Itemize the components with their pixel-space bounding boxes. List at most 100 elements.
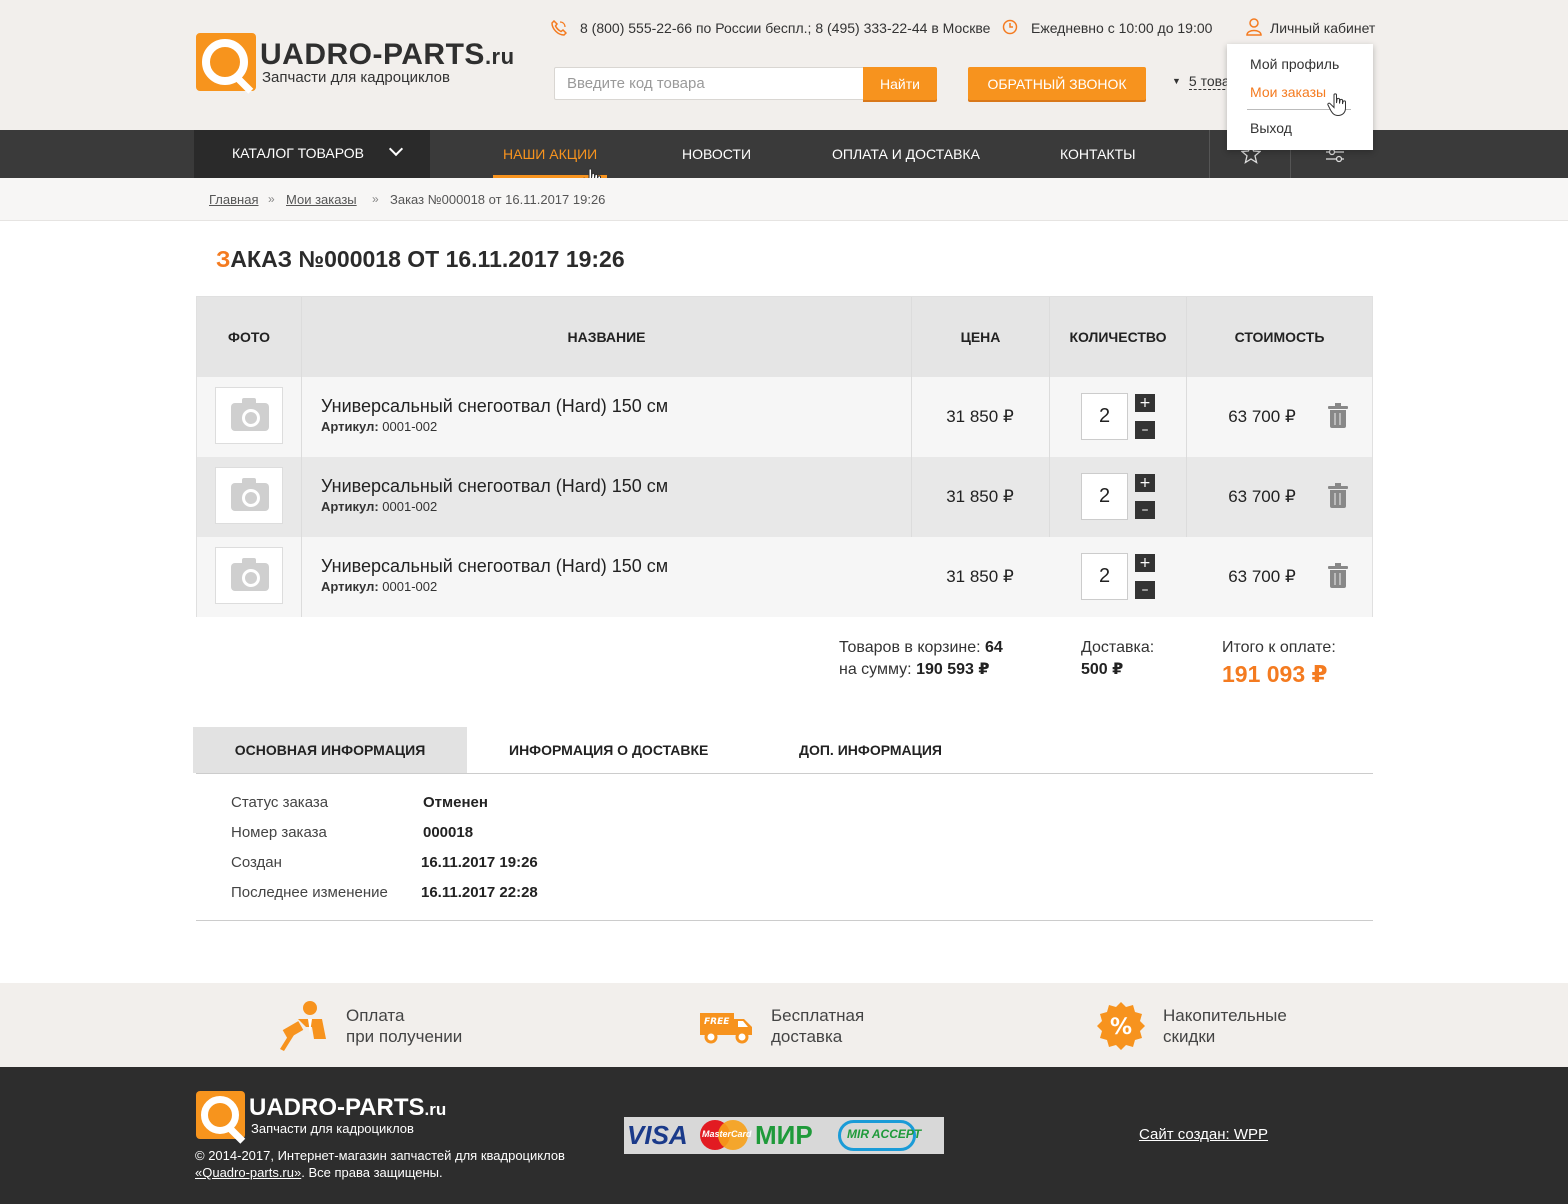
product-name[interactable]: Универсальный снегоотвал (Hard) 150 см: [321, 396, 668, 417]
working-hours: Ежедневно с 10:00 до 19:00: [1031, 20, 1213, 36]
callback-button[interactable]: ОБРАТНЫЙ ЗВОНОК: [968, 67, 1146, 100]
trash-icon[interactable]: [1328, 483, 1348, 508]
product-photo[interactable]: [215, 387, 283, 444]
quantity-increase-button[interactable]: +: [1135, 394, 1155, 412]
mastercard-logo: MasterCard: [700, 1118, 752, 1152]
logo-title[interactable]: UADRO-PARTS.ru: [260, 38, 515, 72]
feature-badge-free: FREE: [704, 1017, 730, 1027]
quantity-input[interactable]: 2: [1081, 553, 1128, 600]
tabs-divider: [196, 773, 1373, 774]
column-header-cost: СТОИМОСТЬ: [1234, 329, 1325, 345]
delivery-label: Доставка:: [1081, 639, 1155, 656]
cart-link[interactable]: 5 това: [1188, 73, 1230, 90]
total-label: Итого к оплате:: [1222, 639, 1336, 656]
product-cost: 63 700 ₽: [1228, 487, 1296, 506]
breadcrumb-home[interactable]: Главная: [209, 192, 258, 207]
menu-item-orders[interactable]: Мои заказы: [1250, 84, 1326, 100]
payment-icon: [280, 1001, 326, 1051]
order-items-table: ФОТО НАЗВАНИЕ ЦЕНА КОЛИЧЕСТВО СТОИМОСТЬ …: [196, 296, 1373, 617]
mir-accept-logo: MIR ACCEPT: [838, 1120, 921, 1151]
chevron-down-icon: [388, 141, 404, 157]
menu-item-profile[interactable]: Мой профиль: [1250, 56, 1339, 72]
items-count-line: Товаров в корзине: 64: [839, 639, 1003, 656]
free-delivery-truck-icon: FREE: [700, 1013, 752, 1044]
feature-discount-text: Накопительные скидки: [1163, 1006, 1287, 1046]
product-price: 31 850 ₽: [946, 487, 1014, 506]
total-value: 191 093 ₽: [1222, 661, 1328, 687]
nav-promotions[interactable]: НАШИ АКЦИИ: [503, 146, 597, 162]
nav-news[interactable]: НОВОСТИ: [682, 146, 751, 162]
info-value-created: 16.11.2017 19:26: [421, 854, 538, 871]
quantity-decrease-button[interactable]: –: [1135, 581, 1155, 599]
product-price: 31 850 ₽: [946, 407, 1014, 426]
quantity-decrease-button[interactable]: –: [1135, 501, 1155, 519]
footer-logo-subtitle: Запчасти для кадроциклов: [251, 1121, 414, 1136]
logo-subtitle: Запчасти для кадроциклов: [262, 69, 450, 86]
nav-payment-delivery[interactable]: ОПЛАТА И ДОСТАВКА: [832, 146, 980, 162]
phones-line: 8 (800) 555-22-66 по России беспл.; 8 (4…: [580, 20, 990, 36]
info-divider: [196, 920, 1373, 921]
footer-logo-title[interactable]: UADRO-PARTS.ru: [249, 1094, 446, 1122]
info-label-status: Статус заказа: [231, 794, 329, 811]
features-strip: Оплата при получении FREE Бесплатная доста…: [0, 983, 1568, 1067]
column-divider: [911, 297, 912, 537]
footer-logo-icon[interactable]: [196, 1091, 245, 1139]
quantity-input[interactable]: 2: [1081, 473, 1128, 520]
account-link[interactable]: Личный кабинет: [1270, 20, 1375, 36]
camera-icon: [231, 478, 269, 511]
tab-main-info[interactable]: ОСНОВНАЯ ИНФОРМАЦИЯ: [193, 727, 467, 773]
trash-icon[interactable]: [1328, 403, 1348, 428]
info-label-number: Номер заказа: [231, 824, 327, 841]
tab-delivery-info[interactable]: ИНФОРМАЦИЯ О ДОСТАВКЕ: [509, 727, 708, 773]
phone-icon: [551, 20, 567, 36]
info-label-created: Создан: [231, 854, 282, 871]
logo-icon[interactable]: [196, 33, 256, 91]
table-row: Универсальный снегоотвал (Hard) 150 см А…: [197, 377, 1372, 457]
info-label-modified: Последнее изменение: [231, 884, 388, 901]
copyright-line-2: «Quadro-parts.ru». Все права защищены.: [195, 1165, 443, 1180]
discount-percent-icon: %: [1097, 1002, 1145, 1050]
table-row: Универсальный снегоотвал (Hard) 150 см А…: [197, 537, 1372, 617]
feature-badge-percent: %: [1110, 1015, 1132, 1040]
quantity-input[interactable]: 2: [1081, 393, 1128, 440]
copyright-line-1: © 2014-2017, Интернет-магазин запчастей …: [195, 1148, 565, 1163]
column-divider: [301, 297, 302, 617]
quantity-increase-button[interactable]: +: [1135, 474, 1155, 492]
breadcrumb-orders[interactable]: Мои заказы: [286, 192, 357, 207]
quantity-increase-button[interactable]: +: [1135, 554, 1155, 572]
product-photo[interactable]: [215, 467, 283, 524]
user-icon[interactable]: [1246, 18, 1262, 36]
camera-icon: [231, 398, 269, 431]
phone-2[interactable]: 8 (495) 333-22-44: [815, 20, 927, 36]
column-divider: [1049, 297, 1050, 537]
search-button[interactable]: Найти: [863, 67, 937, 100]
feature-payment-text: Оплата при получении: [346, 1006, 463, 1046]
product-name[interactable]: Универсальный снегоотвал (Hard) 150 см: [321, 556, 668, 577]
product-article: Артикул: 0001-002: [321, 499, 438, 514]
phone-1[interactable]: 8 (800) 555-22-66: [580, 20, 692, 36]
product-cost: 63 700 ₽: [1228, 407, 1296, 426]
search-input[interactable]: [554, 67, 864, 100]
camera-icon: [231, 558, 269, 591]
feature-delivery-text: Бесплатная доставка: [771, 1006, 865, 1046]
info-value-status: Отменен: [423, 794, 488, 811]
catalog-dropdown[interactable]: КАТАЛОГ ТОВАРОВ: [194, 130, 430, 178]
clock-icon: [1002, 19, 1018, 35]
nav-contacts[interactable]: КОНТАКТЫ: [1060, 146, 1136, 162]
trash-icon[interactable]: [1328, 563, 1348, 588]
breadcrumb-separator: »: [268, 192, 275, 206]
payment-methods: VISA MasterCard МИР MIR ACCEPT: [624, 1117, 944, 1154]
quantity-decrease-button[interactable]: –: [1135, 421, 1155, 439]
made-by-link[interactable]: Сайт создан: WPP: [1139, 1126, 1268, 1143]
menu-item-logout[interactable]: Выход: [1250, 120, 1292, 136]
phone-1-note: по России беспл.;: [695, 20, 812, 36]
product-article: Артикул: 0001-002: [321, 419, 438, 434]
product-photo[interactable]: [215, 547, 283, 604]
copyright-site-link[interactable]: «Quadro-parts.ru»: [195, 1165, 301, 1180]
delivery-value: 500 ₽: [1081, 661, 1124, 678]
product-article: Артикул: 0001-002: [321, 579, 438, 594]
column-header-photo: ФОТО: [228, 329, 270, 345]
product-name[interactable]: Универсальный снегоотвал (Hard) 150 см: [321, 476, 668, 497]
tab-extra-info[interactable]: ДОП. ИНФОРМАЦИЯ: [799, 727, 942, 773]
cart-mini[interactable]: ▼ 5 това: [1172, 73, 1230, 90]
